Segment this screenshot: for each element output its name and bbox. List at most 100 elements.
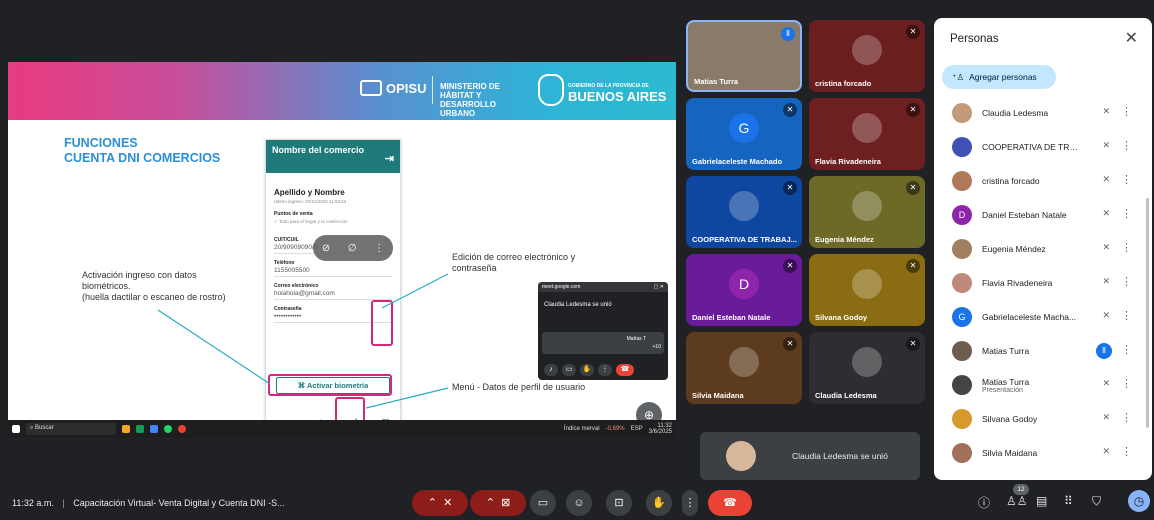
present-icon: ⊡ — [614, 497, 624, 509]
participant-tile[interactable]: D ✕ Daniel Esteban Natale — [686, 254, 802, 326]
more-vert-icon[interactable]: ⋮ — [1121, 445, 1132, 458]
participant-tile[interactable]: G ✕ Gabrielaceleste Machado — [686, 98, 802, 170]
list-item[interactable]: Silvia Maidana ✕ ⋮ — [934, 436, 1146, 470]
windows-taskbar: ⌕ Buscar Índice merval -0,69% ESP 11:32 3… — [8, 420, 676, 438]
list-item[interactable]: Claudia Ledesma ✕ ⋮ — [934, 96, 1146, 130]
mic-off-icon[interactable]: ✕ — [1102, 174, 1110, 185]
pip-hangup-icon: ☎ — [616, 364, 634, 376]
list-item[interactable]: Eugenia Méndez ✕ ⋮ — [934, 232, 1146, 266]
activities-timer-icon[interactable]: ◷ — [1128, 490, 1150, 512]
person-name: cristina forcado — [982, 176, 1040, 186]
pip-more-icon: ⋮ — [598, 364, 612, 376]
person-name: Flavia Rivadeneira — [982, 278, 1053, 288]
mic-off-icon: ✕ — [783, 337, 797, 351]
more-vert-icon[interactable]: ⋮ — [1121, 377, 1132, 390]
people-icon[interactable]: ♙♙ — [1006, 494, 1028, 508]
more-vert-icon[interactable]: ⋮ — [1121, 343, 1132, 356]
shared-screen: OPISU MINISTERIO DE HÁBITAT Y DESARROLLO… — [8, 62, 676, 438]
scrollbar[interactable] — [1146, 198, 1149, 428]
participant-name: Daniel Esteban Natale — [692, 313, 771, 322]
more-vert-icon[interactable]: ⋮ — [1121, 207, 1132, 220]
more-vert-icon[interactable]: ⋮ — [1121, 309, 1132, 322]
list-item[interactable]: G Gabrielaceleste Macha... ✕ ⋮ — [934, 300, 1146, 334]
pip-window-controls-icon: ▢ ✕ — [653, 284, 664, 290]
people-panel: Personas ✕ ⁺♙ Agregar personas Claudia L… — [934, 18, 1152, 480]
participant-tile[interactable]: ✕ cristina forcado — [809, 20, 925, 92]
mic-off-icon[interactable]: ✕ — [1102, 140, 1110, 151]
list-item[interactable]: cristina forcado ✕ ⋮ — [934, 164, 1146, 198]
avatar: G — [729, 113, 759, 144]
present-button[interactable]: ⊡ — [606, 490, 632, 516]
captions-button[interactable]: ▭ — [530, 490, 556, 516]
avatar — [952, 137, 972, 157]
list-item[interactable]: Matias Turra Presentación ✕ ⋮ — [934, 368, 1146, 402]
person-name: Matias Turra — [982, 346, 1030, 356]
more-vert-icon[interactable]: ⋮ — [1121, 139, 1132, 152]
add-people-button[interactable]: ⁺♙ Agregar personas — [942, 65, 1056, 89]
pip-mic-icon: ♪ — [544, 364, 558, 376]
apps-icon[interactable]: ⠿ — [1064, 494, 1073, 508]
person-name: Silvana Godoy — [982, 414, 1038, 424]
participant-tile[interactable]: ✕ Claudia Ledesma — [809, 332, 925, 404]
mic-off-icon: ✕ — [443, 497, 453, 509]
participant-tile[interactable]: ⦀ Matias Turra — [686, 20, 802, 92]
mic-off-icon[interactable]: ✕ — [1102, 242, 1110, 253]
close-icon[interactable]: ✕ — [1125, 28, 1138, 48]
windows-start-icon — [12, 425, 20, 433]
raise-hand-button[interactable]: ✋ — [646, 490, 672, 516]
participant-name: Silvia Maidana — [692, 391, 744, 400]
mic-off-icon[interactable]: ✕ — [1102, 208, 1110, 219]
participant-tile[interactable]: ✕ COOPERATIVA DE TRABAJ... — [686, 176, 802, 248]
list-item[interactable]: Silvana Godoy ✕ ⋮ — [934, 402, 1146, 436]
more-vert-icon[interactable]: ⋮ — [1121, 241, 1132, 254]
list-item[interactable]: COOPERATIVA DE TRA... ✕ ⋮ — [934, 130, 1146, 164]
participant-tile[interactable]: ✕ Eugenia Méndez — [809, 176, 925, 248]
more-vert-icon[interactable]: ⋮ — [1121, 173, 1132, 186]
more-vert-icon: ⋮ — [684, 497, 696, 509]
participant-tile[interactable]: ✕ Silvia Maidana — [686, 332, 802, 404]
list-item[interactable]: Flavia Rivadeneira ✕ ⋮ — [934, 266, 1146, 300]
meeting-info: 11:32 a.m. | Capacitación Virtual- Venta… — [12, 498, 285, 508]
list-item[interactable]: D Daniel Esteban Natale ✕ ⋮ — [934, 198, 1146, 232]
camera-off-icon: ⊠ — [501, 497, 511, 509]
meet-picture-in-picture[interactable]: meet.google.com ▢ ✕ Claudia Ledesma se un… — [538, 282, 668, 380]
reactions-button[interactable]: ☺ — [566, 490, 592, 516]
more-vert-icon[interactable]: ⋮ — [1121, 105, 1132, 118]
chat-icon[interactable]: ▤ — [1036, 494, 1047, 508]
participant-name: Silvana Godoy — [815, 313, 868, 322]
participant-tile[interactable]: ✕ Silvana Godoy — [809, 254, 925, 326]
avatar — [852, 269, 882, 300]
mic-off-icon[interactable]: ✕ — [1102, 446, 1110, 457]
captions-icon: ▭ — [537, 497, 549, 509]
avatar — [852, 347, 882, 378]
mic-off-icon: ✕ — [783, 103, 797, 117]
participant-name: Gabrielaceleste Machado — [692, 157, 783, 166]
avatar: D — [952, 205, 972, 225]
participant-name: Matias Turra — [694, 77, 739, 86]
list-item[interactable]: Matias Turra ⦀ ⋮ — [934, 334, 1146, 368]
mic-button[interactable]: ⌃ ✕ — [412, 490, 468, 516]
join-notification: Claudia Ledesma se unió — [700, 432, 920, 480]
more-options-button[interactable]: ⋮ — [682, 490, 698, 516]
avatar — [952, 409, 972, 429]
mic-off-icon[interactable]: ✕ — [1102, 106, 1110, 117]
avatar — [952, 103, 972, 123]
leave-call-button[interactable]: ☎ — [708, 490, 752, 516]
speaking-icon[interactable]: ⦀ — [1096, 343, 1112, 359]
host-controls-icon[interactable]: ⛉ — [1092, 494, 1101, 509]
more-vert-icon[interactable]: ⋮ — [1121, 275, 1132, 288]
participant-name: cristina forcado — [815, 79, 872, 88]
mic-off-icon[interactable]: ✕ — [1102, 310, 1110, 321]
mic-off-icon[interactable]: ✕ — [1102, 412, 1110, 423]
more-vert-icon[interactable]: ⋮ — [1121, 411, 1132, 424]
avatar — [852, 113, 882, 144]
info-icon[interactable]: ⓘ — [978, 494, 990, 511]
avatar — [729, 347, 759, 378]
avatar: D — [729, 269, 759, 300]
avatar — [729, 191, 759, 222]
camera-button[interactable]: ⌃ ⊠ — [470, 490, 526, 516]
present-off-icon[interactable]: ✕ — [1102, 378, 1110, 389]
mic-off-icon: ✕ — [783, 259, 797, 273]
participant-tile[interactable]: ✕ Flavia Rivadeneira — [809, 98, 925, 170]
mic-off-icon[interactable]: ✕ — [1102, 276, 1110, 287]
